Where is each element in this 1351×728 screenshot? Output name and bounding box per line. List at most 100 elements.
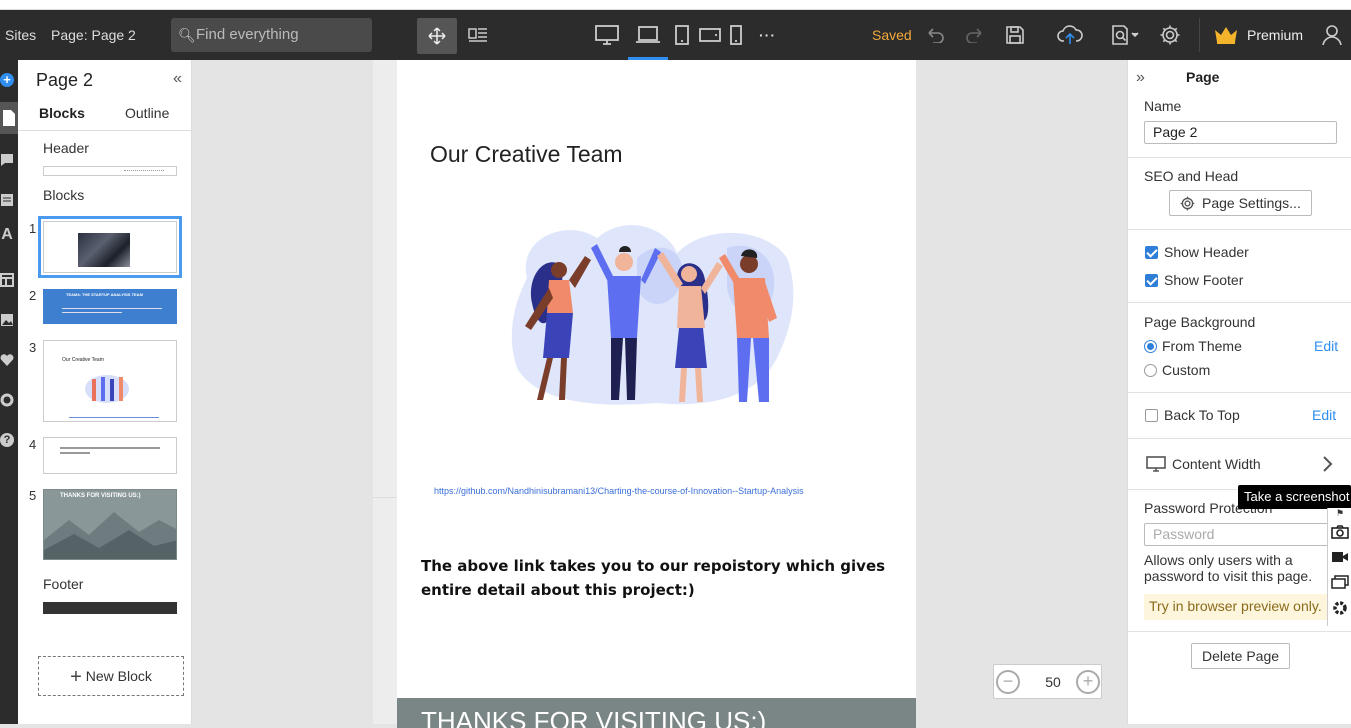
left-icon-rail: + A ?	[0, 60, 18, 724]
block-thumbnail-2[interactable]: TEAM4: THE STARTUP ANALYSIS TEAM	[43, 289, 177, 324]
undo-button[interactable]	[924, 10, 946, 60]
delete-page-button[interactable]: Delete Page	[1191, 643, 1290, 669]
team-illustration[interactable]	[507, 218, 797, 410]
layout-list-icon	[468, 28, 487, 42]
floppy-icon	[1006, 26, 1024, 44]
search-input[interactable]: 🔍︎ Find everything	[171, 18, 372, 52]
zoom-out-button[interactable]: −	[996, 670, 1020, 694]
thanks-banner-text: THANKS FOR VISITING US:)	[421, 706, 767, 728]
content-width-label: Content Width	[1172, 456, 1261, 472]
divider	[1128, 229, 1351, 230]
from-theme-radio[interactable]	[1144, 340, 1157, 353]
block-thumbnail-1[interactable]	[38, 216, 182, 278]
tablet-landscape-view-button[interactable]	[698, 10, 722, 60]
comments-icon[interactable]	[0, 153, 14, 167]
page-canvas[interactable]: Our Creative Team https://github.com/Nan…	[397, 60, 916, 728]
repository-link[interactable]: https://github.com/Nandhinisubramani13/C…	[434, 486, 804, 496]
search-icon: 🔍︎	[178, 27, 196, 43]
premium-button[interactable]: Premium	[1247, 10, 1303, 60]
settings-button[interactable]	[1157, 10, 1183, 60]
laptop-icon	[636, 26, 660, 43]
from-theme-label: From Theme	[1162, 338, 1242, 354]
block-thumbnail-3[interactable]: Our Creative Team	[43, 340, 177, 422]
show-header-label: Show Header	[1164, 244, 1249, 260]
dark-image-thumbnail	[78, 233, 130, 267]
preview-search-icon	[1112, 25, 1139, 45]
divider	[1128, 392, 1351, 393]
tab-outline[interactable]: Outline	[125, 105, 169, 121]
blocks-panel: Page 2 « Blocks Outline Header Blocks 1 …	[18, 60, 192, 724]
block-thumbnail-4[interactable]	[43, 437, 177, 474]
move-tool-button[interactable]	[417, 18, 457, 54]
page-selector[interactable]: Page: Page 2	[51, 10, 136, 60]
background-edit-link[interactable]: Edit	[1314, 338, 1338, 354]
password-input[interactable]: Password	[1144, 523, 1337, 546]
expand-panel-icon[interactable]: »	[1136, 69, 1145, 87]
desktop-view-button[interactable]	[594, 10, 620, 60]
custom-radio[interactable]	[1144, 364, 1157, 377]
structure-view-button[interactable]	[465, 10, 491, 60]
mountains-thumbnail	[44, 490, 176, 559]
help-icon[interactable]: ?	[0, 433, 14, 447]
new-block-label: New Block	[85, 668, 152, 684]
password-help-text: Allows only users with a password to vis…	[1144, 552, 1313, 584]
image-icon[interactable]	[0, 313, 14, 327]
tablet-view-button[interactable]	[672, 10, 692, 60]
page-settings-button[interactable]: Page Settings...	[1169, 190, 1312, 216]
move-icon	[428, 27, 446, 45]
back-to-top-checkbox[interactable]	[1145, 409, 1158, 422]
back-to-top-edit-link[interactable]: Edit	[1312, 407, 1336, 423]
section-heading[interactable]: Our Creative Team	[430, 141, 623, 168]
tab-blocks[interactable]: Blocks	[39, 105, 85, 121]
show-footer-label: Show Footer	[1164, 272, 1244, 288]
body-text[interactable]: The above link takes you to our repoisto…	[421, 554, 891, 602]
footer-section-label: Footer	[43, 576, 84, 592]
sites-button[interactable]: Sites	[5, 10, 36, 60]
desktop-icon	[1146, 456, 1166, 472]
layout-icon[interactable]	[0, 273, 14, 287]
cloud-upload-icon	[1057, 25, 1083, 44]
more-devices-button[interactable]: ···	[759, 10, 776, 60]
search-placeholder: Find everything	[196, 26, 299, 43]
save-button[interactable]	[1003, 10, 1027, 60]
zoom-in-button[interactable]: +	[1076, 670, 1100, 694]
show-header-checkbox[interactable]	[1145, 246, 1158, 259]
video-icon[interactable]	[1331, 550, 1349, 566]
camera-icon[interactable]	[1331, 525, 1349, 541]
gear-icon[interactable]	[1331, 600, 1349, 616]
publish-button[interactable]	[1056, 10, 1084, 60]
laptop-view-button[interactable]	[634, 10, 662, 60]
zoom-control: − 50 +	[993, 664, 1102, 699]
canvas-margin	[373, 60, 397, 724]
block-thumbnail-5[interactable]: THANKS FOR VISITING US:)	[43, 489, 177, 560]
blocks-icon[interactable]	[0, 193, 14, 207]
redo-button[interactable]	[964, 10, 986, 60]
preview-button[interactable]	[1108, 10, 1142, 60]
new-block-button[interactable]: + New Block	[38, 656, 184, 696]
header-thumbnail[interactable]	[43, 166, 177, 176]
pages-icon[interactable]	[0, 102, 18, 134]
block-thumbnail-text: THANKS FOR VISITING US:)	[60, 493, 141, 499]
show-footer-checkbox[interactable]	[1145, 274, 1158, 287]
block-number: 5	[29, 488, 37, 503]
top-toolbar: Sites Page: Page 2 🔍︎ Find everything ··…	[0, 10, 1351, 60]
screenshot-toolbar: ⚑	[1327, 508, 1351, 626]
gear-icon	[1180, 196, 1195, 211]
account-button[interactable]	[1319, 10, 1345, 60]
collapse-panel-icon[interactable]: «	[173, 70, 182, 88]
chevron-right-icon	[1323, 456, 1333, 472]
phone-view-button[interactable]	[728, 10, 744, 60]
add-icon[interactable]: +	[0, 73, 14, 87]
premium-crown-icon[interactable]	[1212, 10, 1240, 60]
heart-icon[interactable]	[0, 353, 14, 367]
windows-icon[interactable]	[1331, 575, 1349, 591]
seo-label: SEO and Head	[1144, 168, 1239, 184]
block-number: 3	[29, 340, 37, 355]
page-name-input[interactable]: Page 2	[1144, 121, 1337, 144]
content-width-row[interactable]: Content Width	[1128, 439, 1351, 489]
gear-icon[interactable]	[0, 393, 14, 407]
typography-icon[interactable]: A	[0, 227, 14, 243]
pin-icon[interactable]: ⚑	[1331, 508, 1349, 524]
panel-divider	[18, 130, 191, 131]
footer-thumbnail[interactable]	[43, 602, 177, 614]
